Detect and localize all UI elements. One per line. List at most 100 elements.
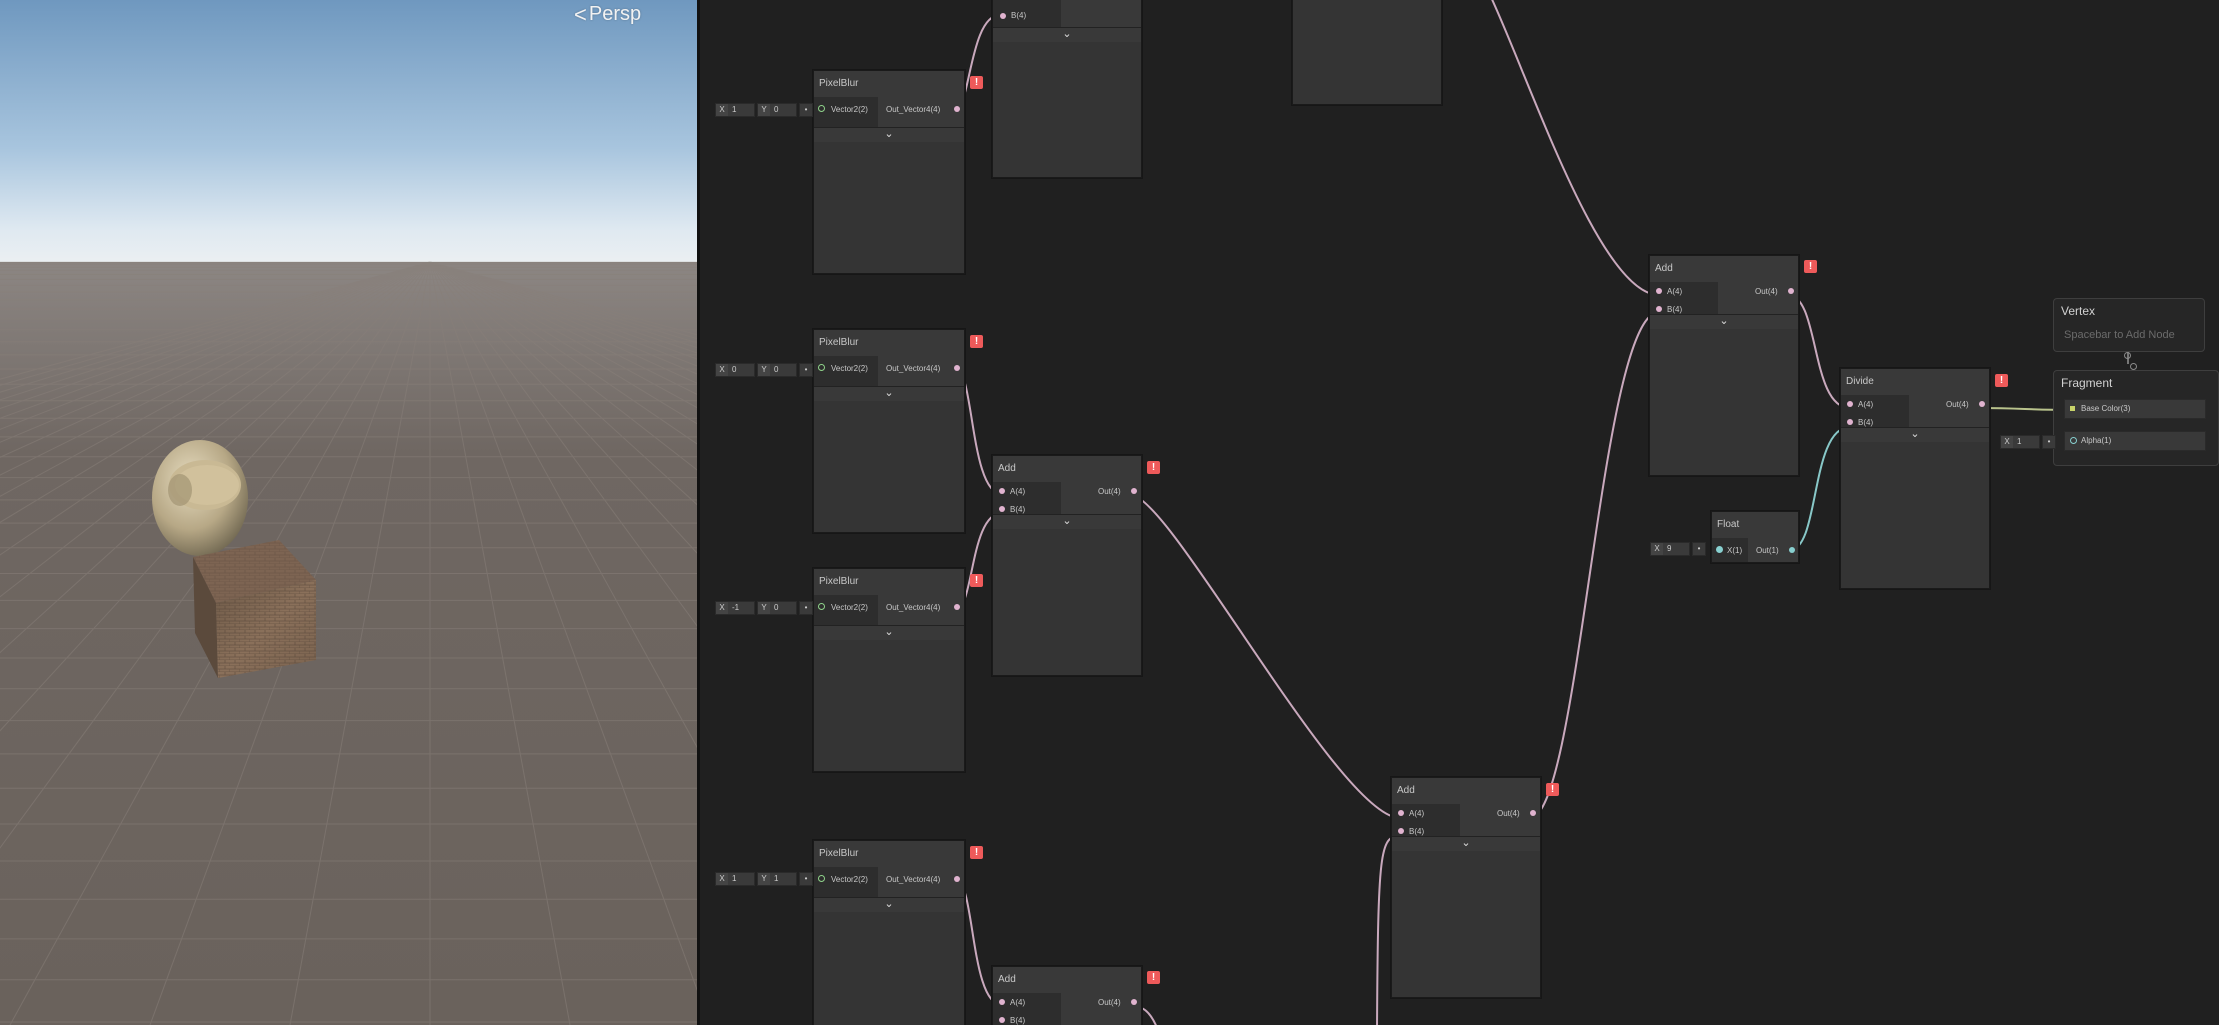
pixelblur-node[interactable]: PixelBlur Vector2(2) Out_Vector4(4) ⌄ xyxy=(813,329,965,533)
vector2-default-field[interactable]: X1 Y1 • xyxy=(715,871,813,886)
input-port[interactable] xyxy=(818,603,825,610)
node-title[interactable]: PixelBlur xyxy=(814,330,964,356)
error-badge[interactable]: ! xyxy=(1995,374,2008,387)
port-label: Vector2(2) xyxy=(831,364,868,373)
float-port[interactable] xyxy=(2070,437,2077,444)
node-expand-toggle[interactable]: ⌄ xyxy=(814,127,964,143)
input-port-b[interactable] xyxy=(1656,306,1662,312)
output-port[interactable] xyxy=(1131,488,1137,494)
scene-viewport[interactable] xyxy=(0,0,697,1025)
input-port[interactable] xyxy=(818,105,825,112)
output-port[interactable] xyxy=(954,365,960,371)
node-expand-toggle[interactable]: ⌄ xyxy=(814,625,964,641)
error-badge[interactable]: ! xyxy=(970,76,983,89)
error-badge[interactable]: ! xyxy=(1147,971,1160,984)
node-title[interactable]: Add xyxy=(1392,778,1540,804)
add-node[interactable]: Add A(4) B(4) Out(4) ⌄ xyxy=(992,455,1142,676)
add-node[interactable]: Add A(4) B(4) Out(4) ⌄ xyxy=(1391,777,1541,998)
wire-add-to-add xyxy=(1491,0,1660,296)
float-default-field[interactable]: X9 • xyxy=(1650,541,1706,556)
divide-node[interactable]: Divide A(4) B(4) Out(4) ⌄ xyxy=(1840,368,1990,589)
node-title[interactable]: Divide xyxy=(1841,369,1989,395)
add-node[interactable]: Add A(4) B(4) Out(4) ⌄ xyxy=(1649,255,1799,476)
ground-plane xyxy=(0,262,697,1025)
node-title[interactable]: Add xyxy=(993,967,1141,993)
node-title[interactable]: Add xyxy=(1650,256,1798,282)
node-title[interactable]: PixelBlur xyxy=(814,71,964,97)
context-title: Vertex xyxy=(2061,304,2096,318)
input-port-a[interactable] xyxy=(999,488,1005,494)
add-node-top[interactable]: B(4) ⌄ xyxy=(992,0,1142,178)
node-title[interactable]: PixelBlur xyxy=(814,569,964,595)
brick-cube xyxy=(193,540,316,678)
input-port-b[interactable] xyxy=(1847,419,1853,425)
output-port[interactable] xyxy=(954,876,960,882)
node-expand-toggle[interactable]: ⌄ xyxy=(1650,314,1798,330)
input-port-a[interactable] xyxy=(1656,288,1662,294)
node-expand-toggle[interactable]: ⌄ xyxy=(814,386,964,402)
input-port[interactable] xyxy=(1716,546,1723,553)
node-expand-toggle[interactable]: ⌄ xyxy=(993,27,1141,43)
vector3-port[interactable] xyxy=(2070,406,2075,411)
node-expand-toggle[interactable]: ⌄ xyxy=(1841,427,1989,443)
fragment-context[interactable]: Fragment Base Color(3) Alpha(1) xyxy=(2053,370,2219,466)
port-label: Out(1) xyxy=(1756,546,1779,555)
port-label: Vector2(2) xyxy=(831,105,868,114)
wire-add-to-add xyxy=(1130,494,1401,819)
input-port-b[interactable] xyxy=(999,1017,1005,1023)
vector2-default-field[interactable]: X0 Y0 • xyxy=(715,362,813,377)
output-port[interactable] xyxy=(1788,288,1794,294)
sky xyxy=(0,0,697,270)
error-badge[interactable]: ! xyxy=(970,335,983,348)
output-port[interactable] xyxy=(1131,999,1137,1005)
node-preview xyxy=(814,142,964,273)
output-port[interactable] xyxy=(1979,401,1985,407)
error-badge[interactable]: ! xyxy=(1147,461,1160,474)
input-port[interactable] xyxy=(818,364,825,371)
pixelblur-node[interactable]: PixelBlur Vector2(2) Out_Vector4(4) ⌄ xyxy=(813,840,965,1025)
output-port[interactable] xyxy=(954,106,960,112)
input-port-a[interactable] xyxy=(1847,401,1853,407)
error-badge[interactable]: ! xyxy=(1804,260,1817,273)
flow-port xyxy=(2124,352,2131,359)
port-label: A(4) xyxy=(1010,998,1026,1007)
float-node[interactable]: Float X(1) Out(1) xyxy=(1711,511,1799,563)
input-port-b[interactable] xyxy=(999,506,1005,512)
add-node-hint: Spacebar to Add Node xyxy=(2064,329,2175,341)
perspective-gizmo-icon: < xyxy=(574,1,587,27)
port-label: Out(4) xyxy=(1098,487,1121,496)
vector2-default-field[interactable]: X1 Y0 • xyxy=(715,102,813,117)
scene-view[interactable]: < Persp xyxy=(0,0,697,1025)
node-title[interactable]: PixelBlur xyxy=(814,841,964,867)
projection-toggle[interactable]: < Persp xyxy=(574,3,641,26)
node-expand-toggle[interactable]: ⌄ xyxy=(993,514,1141,530)
vector2-default-field[interactable]: X -1 Y0 • xyxy=(715,600,813,615)
node-title[interactable]: Add xyxy=(993,456,1141,482)
pixelblur-node[interactable]: PixelBlur Vector2(2) Out_Vector4(4) ⌄ xyxy=(813,70,965,274)
node-preview-partial[interactable] xyxy=(1292,0,1442,105)
context-title: Fragment xyxy=(2061,376,2113,390)
shader-graph-canvas[interactable]: B(4) ⌄ PixelBlur Vector2(2) Out_Vector4(… xyxy=(700,0,2219,1025)
port-label: X(1) xyxy=(1727,546,1743,555)
input-port-b[interactable] xyxy=(1398,828,1404,834)
input-port-a[interactable] xyxy=(999,999,1005,1005)
node-expand-toggle[interactable]: ⌄ xyxy=(814,897,964,913)
vertex-context[interactable]: Vertex Spacebar to Add Node xyxy=(2053,298,2205,352)
output-port[interactable] xyxy=(1530,810,1536,816)
error-badge[interactable]: ! xyxy=(1546,783,1559,796)
add-node[interactable]: Add A(4) B(4) Out(4) xyxy=(992,966,1142,1025)
input-port-a[interactable] xyxy=(1398,810,1404,816)
base-color-block[interactable]: Base Color(3) xyxy=(2064,399,2206,419)
alpha-block[interactable]: Alpha(1) xyxy=(2064,431,2206,451)
node-preview xyxy=(993,529,1141,675)
node-expand-toggle[interactable]: ⌄ xyxy=(1392,836,1540,852)
node-title[interactable]: Float xyxy=(1712,512,1798,538)
input-port[interactable] xyxy=(818,875,825,882)
error-badge[interactable]: ! xyxy=(970,846,983,859)
output-port[interactable] xyxy=(954,604,960,610)
input-port-b[interactable] xyxy=(1000,13,1006,19)
alpha-default-field[interactable]: X1 • xyxy=(2000,434,2056,449)
output-port[interactable] xyxy=(1789,547,1795,553)
error-badge[interactable]: ! xyxy=(970,574,983,587)
pixelblur-node[interactable]: PixelBlur Vector2(2) Out_Vector4(4) ⌄ xyxy=(813,568,965,772)
